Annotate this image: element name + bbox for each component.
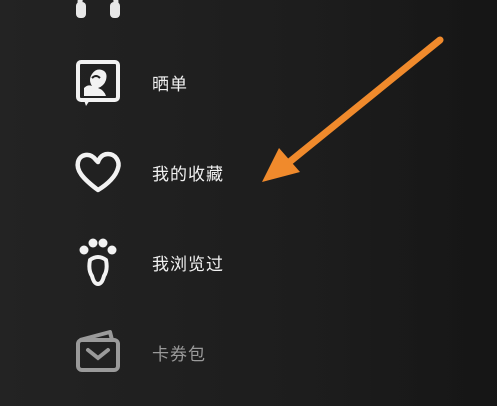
wallet-icon	[70, 324, 126, 380]
menu-item-favorites[interactable]: 我的收藏	[70, 140, 370, 204]
menu-item-history[interactable]: 我浏览过	[70, 230, 370, 294]
photo-share-icon	[70, 54, 126, 110]
menu-item-coupons[interactable]: 卡券包	[70, 320, 370, 384]
app-screen: 晒单 我的收藏 我浏览过 卡券包	[0, 0, 497, 406]
menu-item-label: 晒单	[152, 74, 188, 95]
menu-item-label: 卡券包	[152, 344, 206, 365]
footprint-icon	[70, 234, 126, 290]
side-menu: 晒单 我的收藏 我浏览过 卡券包	[0, 0, 497, 406]
heart-icon	[70, 144, 126, 200]
menu-item-label: 我的收藏	[152, 164, 224, 185]
menu-item-customer-service[interactable]	[70, 0, 370, 32]
menu-item-label: 我浏览过	[152, 254, 224, 275]
menu-item-share-order[interactable]: 晒单	[70, 50, 370, 114]
headset-icon	[70, 0, 126, 28]
